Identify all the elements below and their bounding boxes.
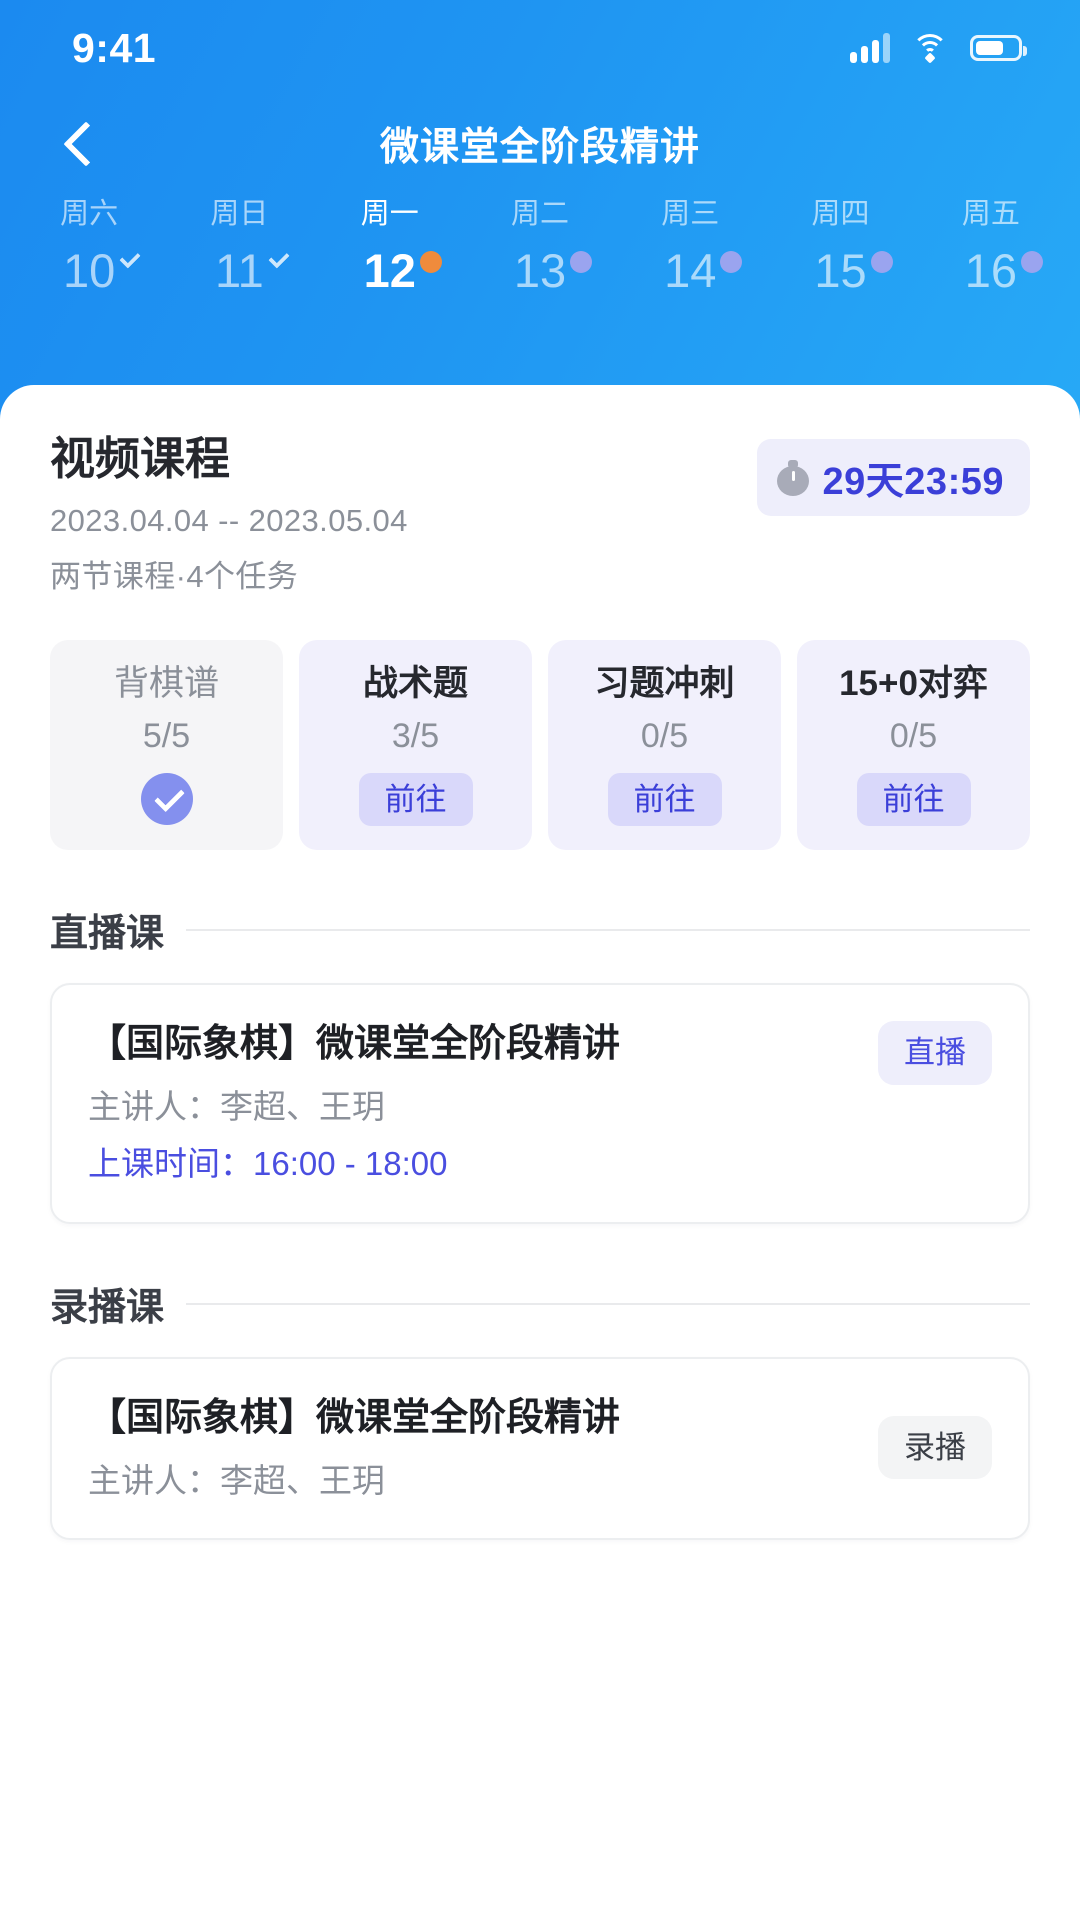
date-weekday-label: 周二 — [510, 198, 569, 230]
course-info: 视频课程 2023.04.04 -- 2023.05.04 两节课程·4个任务 — [50, 433, 408, 596]
section-divider — [186, 928, 1030, 931]
date-weekday-label: 周六 — [60, 198, 119, 230]
date-completed-check-icon — [119, 251, 141, 273]
task-progress: 0/5 — [640, 716, 689, 755]
date-number-wrap: 11 — [215, 247, 264, 294]
date-item-14[interactable]: 周三 14 — [615, 200, 765, 294]
task-go-button[interactable]: 前往 — [607, 772, 722, 827]
task-tiles: 背棋谱 5/5 战术题 3/5 前往 习题冲刺 0/5 前往 15+0对弈 0/5 前往 — [50, 639, 1030, 851]
page-title: 微课堂全阶段精讲 — [379, 126, 700, 169]
date-status-dot-icon — [870, 251, 893, 273]
task-name: 习题冲刺 — [594, 663, 735, 703]
date-item-11[interactable]: 周日 11 — [164, 198, 314, 295]
date-weekday-label: 周五 — [961, 198, 1020, 230]
wifi-icon — [912, 34, 948, 64]
section-header: 录播课 — [50, 1276, 1030, 1331]
cellular-signal-icon — [850, 33, 890, 63]
date-number-wrap: 15 — [814, 244, 893, 297]
task-go-button[interactable]: 前往 — [856, 772, 971, 827]
task-tile[interactable]: 背棋谱 5/5 — [50, 639, 283, 851]
task-tile[interactable]: 习题冲刺 0/5 前往 — [548, 639, 781, 851]
task-progress: 5/5 — [142, 716, 191, 755]
date-number: 10 — [63, 244, 116, 297]
status-bar: 9:41 — [0, 0, 1080, 96]
date-weekday-label: 周三 — [661, 198, 720, 230]
battery-icon — [970, 35, 1027, 61]
class-title: 【国际象棋】微课堂全阶段精讲 — [88, 1397, 621, 1440]
status-clock: 9:41 — [72, 24, 157, 71]
class-time: 上课时间：16:00 - 18:00 — [88, 1145, 448, 1183]
class-teacher: 主讲人：李超、王玥 — [88, 1461, 385, 1499]
date-completed-check-icon — [268, 251, 290, 273]
header-hero: 9:41 微课堂全阶段精讲 周六 10 周日 11 周一 12 周二 13 周三 14 周四 15 周五… — [0, 0, 1080, 430]
section-title: 直播课 — [50, 913, 165, 956]
task-go-button[interactable]: 前往 — [358, 772, 473, 827]
class-teacher: 主讲人：李超、王玥 — [88, 1087, 385, 1125]
week-date-strip: 周六 10 周日 11 周一 12 周二 13 周三 14 周四 15 周五 16 — [0, 200, 1080, 294]
date-number: 14 — [664, 244, 717, 297]
date-item-13[interactable]: 周二 13 — [465, 200, 615, 294]
course-title: 视频课程 — [50, 433, 231, 484]
course-date-range: 2023.04.04 -- 2023.05.04 — [50, 502, 408, 538]
class-sections: 直播课 【国际象棋】微课堂全阶段精讲 主讲人：李超、王玥 上课时间：16:00 - 1… — [50, 902, 1030, 1541]
task-name: 背棋谱 — [113, 663, 219, 703]
section-header: 直播课 — [50, 902, 1030, 957]
section-title: 录播课 — [50, 1287, 165, 1330]
date-item-10[interactable]: 周六 10 — [14, 198, 164, 295]
date-status-dot-icon — [419, 251, 442, 273]
date-weekday-label: 周一 — [360, 198, 419, 230]
content-sheet: 视频课程 2023.04.04 -- 2023.05.04 两节课程·4个任务 … — [0, 385, 1080, 1920]
date-weekday-label: 周四 — [811, 198, 870, 230]
navigation-bar: 微课堂全阶段精讲 — [0, 96, 1080, 192]
date-status-dot-icon — [1020, 251, 1043, 273]
date-weekday-label: 周日 — [210, 198, 269, 230]
class-type-badge[interactable]: 录播 — [878, 1415, 992, 1480]
date-number-wrap: 14 — [664, 244, 743, 297]
date-status-dot-icon — [570, 251, 593, 273]
countdown-badge: 29天23:59 — [756, 439, 1030, 516]
date-item-12[interactable]: 周一 12 — [315, 200, 465, 294]
date-number: 15 — [814, 244, 867, 297]
date-number: 11 — [215, 244, 264, 297]
date-number-wrap: 12 — [363, 244, 442, 297]
class-title: 【国际象棋】微课堂全阶段精讲 — [88, 1023, 621, 1066]
course-meta: 两节课程·4个任务 — [50, 558, 299, 594]
task-progress: 0/5 — [889, 716, 938, 755]
course-header: 视频课程 2023.04.04 -- 2023.05.04 两节课程·4个任务 … — [50, 433, 1030, 596]
stopwatch-icon — [776, 459, 809, 496]
date-number: 13 — [513, 244, 567, 297]
class-card[interactable]: 【国际象棋】微课堂全阶段精讲主讲人：李超、王玥 录播 — [50, 1357, 1030, 1541]
section-divider — [186, 1302, 1030, 1305]
task-tile[interactable]: 15+0对弈 0/5 前往 — [797, 639, 1030, 851]
class-card-info: 【国际象棋】微课堂全阶段精讲主讲人：李超、王玥上课时间：16:00 - 18:0… — [88, 1021, 620, 1184]
check-circle-icon — [140, 772, 193, 825]
date-number: 16 — [964, 244, 1017, 297]
date-status-dot-icon — [720, 251, 743, 273]
phone-screen: 9:41 微课堂全阶段精讲 周六 10 周日 11 周一 12 周二 13 周三 14 周四 15 周五… — [0, 0, 1080, 1920]
task-tile[interactable]: 战术题 3/5 前往 — [299, 639, 532, 851]
countdown-text: 29天23:59 — [822, 461, 1004, 503]
task-name: 15+0对弈 — [839, 663, 988, 703]
status-icons — [850, 33, 1027, 64]
date-number: 12 — [363, 244, 416, 297]
task-progress: 3/5 — [391, 716, 440, 755]
class-card[interactable]: 【国际象棋】微课堂全阶段精讲主讲人：李超、王玥上课时间：16:00 - 18:0… — [50, 983, 1030, 1225]
task-name: 战术题 — [362, 663, 468, 703]
date-number-wrap: 16 — [964, 244, 1043, 297]
date-item-16[interactable]: 周五 16 — [916, 200, 1066, 294]
date-number-wrap: 10 — [63, 247, 115, 294]
date-number-wrap: 13 — [513, 244, 593, 297]
class-card-info: 【国际象棋】微课堂全阶段精讲主讲人：李超、王玥 — [88, 1395, 620, 1500]
class-type-badge[interactable]: 直播 — [878, 1021, 992, 1086]
date-item-15[interactable]: 周四 15 — [765, 200, 915, 294]
